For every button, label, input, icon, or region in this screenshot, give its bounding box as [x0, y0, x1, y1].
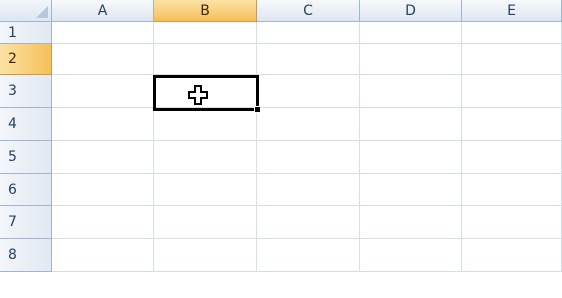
column-header-e[interactable]: E	[462, 0, 562, 22]
cell-c8[interactable]	[257, 239, 360, 272]
cell-b2[interactable]	[154, 44, 257, 75]
cell-c1[interactable]	[257, 22, 360, 44]
select-all-corner[interactable]	[0, 0, 52, 22]
row-header-4[interactable]: 4	[0, 108, 52, 141]
cell-c2[interactable]	[257, 44, 360, 75]
cell-c7[interactable]	[257, 206, 360, 239]
cell-d1[interactable]	[360, 22, 462, 44]
row-header-1[interactable]: 1	[0, 22, 52, 44]
cell-d7[interactable]	[360, 206, 462, 239]
fill-handle[interactable]	[254, 106, 261, 113]
cell-d3[interactable]	[360, 75, 462, 108]
row-header-7[interactable]: 7	[0, 206, 52, 239]
cell-a8[interactable]	[52, 239, 154, 272]
cell-a5[interactable]	[52, 141, 154, 174]
cell-c3[interactable]	[257, 75, 360, 108]
row-header-6[interactable]: 6	[0, 174, 52, 206]
cell-c4[interactable]	[257, 108, 360, 141]
cell-a6[interactable]	[52, 174, 154, 206]
cell-e5[interactable]	[462, 141, 562, 174]
cell-b8[interactable]	[154, 239, 257, 272]
cell-b5[interactable]	[154, 141, 257, 174]
select-all-triangle-icon	[36, 6, 48, 18]
row-header-2[interactable]: 2	[0, 44, 52, 75]
cell-e1[interactable]	[462, 22, 562, 44]
cell-b6[interactable]	[154, 174, 257, 206]
cell-b1[interactable]	[154, 22, 257, 44]
cell-d6[interactable]	[360, 174, 462, 206]
plus-cross-cursor-icon	[188, 85, 208, 105]
cell-e8[interactable]	[462, 239, 562, 272]
cell-b4[interactable]	[154, 108, 257, 141]
cell-a1[interactable]	[52, 22, 154, 44]
cell-d8[interactable]	[360, 239, 462, 272]
row-header-5[interactable]: 5	[0, 141, 52, 174]
cell-b7[interactable]	[154, 206, 257, 239]
cell-d5[interactable]	[360, 141, 462, 174]
spreadsheet-grid: A B C D E 1 2 3 4 5 6 7 8	[0, 0, 562, 298]
column-header-a[interactable]: A	[52, 0, 154, 22]
cell-e3[interactable]	[462, 75, 562, 108]
cell-d2[interactable]	[360, 44, 462, 75]
row-header-8[interactable]: 8	[0, 239, 52, 272]
cell-c5[interactable]	[257, 141, 360, 174]
cell-e6[interactable]	[462, 174, 562, 206]
cell-d4[interactable]	[360, 108, 462, 141]
column-header-d[interactable]: D	[360, 0, 462, 22]
cell-a7[interactable]	[52, 206, 154, 239]
cell-c6[interactable]	[257, 174, 360, 206]
cell-a3[interactable]	[52, 75, 154, 108]
cell-e4[interactable]	[462, 108, 562, 141]
cell-e2[interactable]	[462, 44, 562, 75]
column-header-b[interactable]: B	[154, 0, 257, 22]
row-header-3[interactable]: 3	[0, 75, 52, 108]
cell-e7[interactable]	[462, 206, 562, 239]
column-header-c[interactable]: C	[257, 0, 360, 22]
cell-a4[interactable]	[52, 108, 154, 141]
cell-a2[interactable]	[52, 44, 154, 75]
